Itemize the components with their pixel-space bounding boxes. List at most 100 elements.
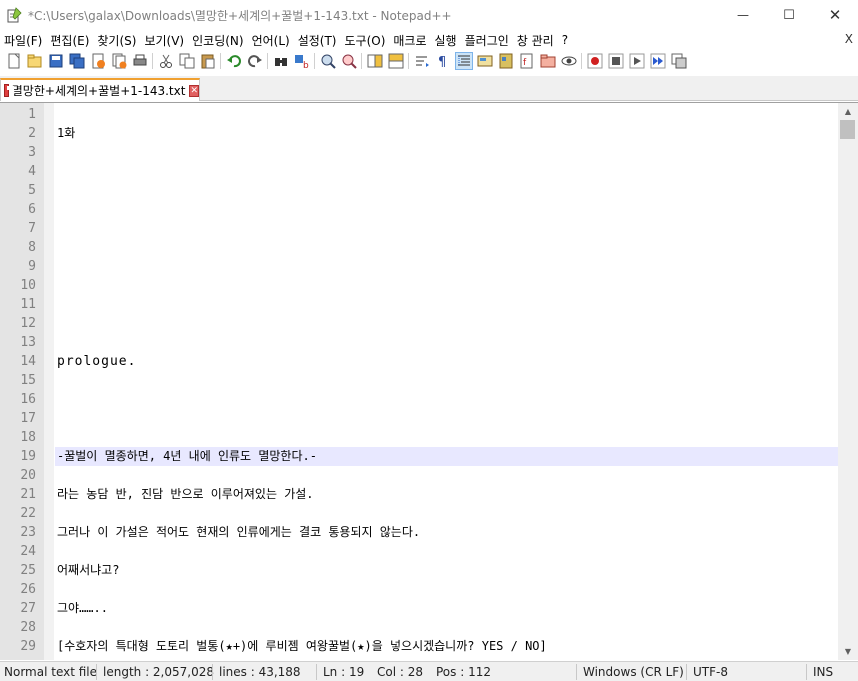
editor-line[interactable]: 7 [0,219,838,238]
function-list-icon[interactable]: f [519,53,535,69]
indent-guide-icon[interactable] [454,52,473,70]
editor-line[interactable]: 11 [0,295,838,314]
editor-line[interactable]: 3 [0,143,838,162]
status-file-type: Normal text file [4,665,98,679]
editor-line[interactable]: 10 [0,276,838,295]
redo-icon[interactable] [247,53,263,69]
editor-line[interactable]: 24 [0,542,838,561]
save-macro-icon[interactable] [671,53,687,69]
copy-icon[interactable] [179,53,195,69]
close-window-button[interactable]: ✕ [812,0,858,30]
editor-line[interactable]: 25 어째서냐고? [0,561,838,580]
menu-item[interactable]: 보기(V) [140,32,188,49]
editor-line[interactable]: 5 [0,181,838,200]
cut-icon[interactable] [158,53,174,69]
monitoring-icon[interactable] [561,53,577,69]
line-number: 13 [20,335,36,350]
word-wrap-icon[interactable] [414,53,430,69]
line-text[interactable]: 1화 [55,124,838,143]
new-file-icon[interactable] [6,53,22,69]
scroll-up-button[interactable]: ▲ [838,103,858,120]
close-document-button[interactable]: X [845,32,853,46]
menu-item[interactable]: ? [558,33,572,47]
undo-icon[interactable] [226,53,242,69]
maximize-button[interactable]: ☐ [766,0,812,30]
document-tab[interactable]: 멸망한+세계의+꿀벌+1-143.txt ✕ [0,78,200,101]
editor-line[interactable]: 6 [0,200,838,219]
line-text[interactable]: -꿀벌이 멸종하면, 4년 내에 인류도 멸망한다.- [55,447,838,466]
editor-line[interactable]: 4 [0,162,838,181]
editor-line[interactable]: 27 그야…….. [0,599,838,618]
zoom-in-icon[interactable] [320,53,336,69]
folder-workspace-icon[interactable] [540,53,556,69]
editor-line[interactable]: 1 [0,105,838,124]
open-file-icon[interactable] [27,53,43,69]
editor-line[interactable]: 17 [0,409,838,428]
menu-item[interactable]: 창 관리 [513,32,558,49]
editor-line[interactable]: 22 [0,504,838,523]
stop-macro-icon[interactable] [608,53,624,69]
print-icon[interactable] [132,53,148,69]
menu-item[interactable]: 실행 [431,32,461,49]
minimize-button[interactable]: — [720,0,766,30]
line-text[interactable]: prologue. [55,352,838,371]
document-map-icon[interactable] [498,53,514,69]
line-text[interactable]: 그야…….. [55,599,838,618]
scrollbar-thumb[interactable] [840,120,855,139]
editor-line[interactable]: 28 [0,618,838,637]
editor-line[interactable]: 20 [0,466,838,485]
tab-close-button[interactable]: ✕ [189,84,199,97]
close-icon[interactable] [90,53,106,69]
save-all-icon[interactable] [69,53,85,69]
play-macro-icon[interactable] [629,53,645,69]
text-area[interactable]: 1 2 1화 3 4 5 6 7 8 9 10 11 12 13 14 prologue. 15 16 17 18 19… [0,105,838,656]
sync-vertical-icon[interactable] [367,53,383,69]
menu-item[interactable]: 언어(L) [248,32,294,49]
editor-line[interactable]: 14 prologue. [0,352,838,371]
sync-horizontal-icon[interactable] [388,53,404,69]
menu-item[interactable]: 플러그인 [461,32,513,49]
user-language-icon[interactable] [477,53,493,69]
run-macro-multiple-icon[interactable] [650,53,666,69]
editor[interactable]: 1 2 1화 3 4 5 6 7 8 9 10 11 12 13 14 prologue. 15 16 17 18 19… [0,102,858,660]
scroll-down-button[interactable]: ▼ [838,643,858,660]
notepadpp-app-icon[interactable] [6,7,22,23]
status-insert-mode[interactable]: INS [813,665,833,679]
menu-item[interactable]: 매크로 [389,32,430,49]
line-text[interactable]: 어째서냐고? [55,561,838,580]
replace-icon[interactable]: b [294,53,310,71]
menu-item[interactable]: 편집(E) [46,32,93,49]
zoom-out-icon[interactable] [341,53,357,69]
line-text[interactable]: 라는 농담 반, 진담 반으로 이루어져있는 가설. [55,485,838,504]
status-eol-format[interactable]: Windows (CR LF) [583,665,684,679]
editor-line[interactable]: 23 그러나 이 가설은 적어도 현재의 인류에게는 결코 통용되지 않는다. [0,523,838,542]
status-encoding[interactable]: UTF-8 [693,665,728,679]
menu-item[interactable]: 도구(O) [341,32,390,49]
line-text[interactable]: [수호자의 특대형 도토리 벌통(★+)에 루비젬 여왕꿀벌(★)을 넣으시겠습… [55,637,838,656]
menu-item[interactable]: 찾기(S) [93,32,140,49]
line-number: 23 [20,525,36,540]
menu-item[interactable]: 설정(T) [294,32,341,49]
editor-line[interactable]: 16 [0,390,838,409]
record-macro-icon[interactable] [587,53,603,69]
line-text[interactable]: 그러나 이 가설은 적어도 현재의 인류에게는 결코 통용되지 않는다. [55,523,838,542]
editor-line[interactable]: 12 [0,314,838,333]
editor-line[interactable]: 13 [0,333,838,352]
editor-line[interactable]: 2 1화 [0,124,838,143]
editor-line[interactable]: 26 [0,580,838,599]
editor-line[interactable]: 9 [0,257,838,276]
menu-item[interactable]: 파일(F) [0,32,46,49]
find-icon[interactable] [273,53,289,69]
close-all-icon[interactable] [111,53,127,69]
editor-line[interactable]: 21 라는 농담 반, 진담 반으로 이루어져있는 가설. [0,485,838,504]
editor-line[interactable]: 8 [0,238,838,257]
editor-line[interactable]: 18 [0,428,838,447]
save-icon[interactable] [48,53,64,69]
editor-line[interactable]: 15 [0,371,838,390]
paste-icon[interactable] [200,53,216,69]
show-all-characters-icon[interactable]: ¶ [435,53,451,70]
vertical-scrollbar[interactable]: ▲ ▼ [838,103,858,660]
menu-item[interactable]: 인코딩(N) [188,32,247,49]
editor-line[interactable]: 29 [수호자의 특대형 도토리 벌통(★+)에 루비젬 여왕꿀벌(★)을 넣으시… [0,637,838,656]
editor-line[interactable]: 19 -꿀벌이 멸종하면, 4년 내에 인류도 멸망한다.- [0,447,838,466]
